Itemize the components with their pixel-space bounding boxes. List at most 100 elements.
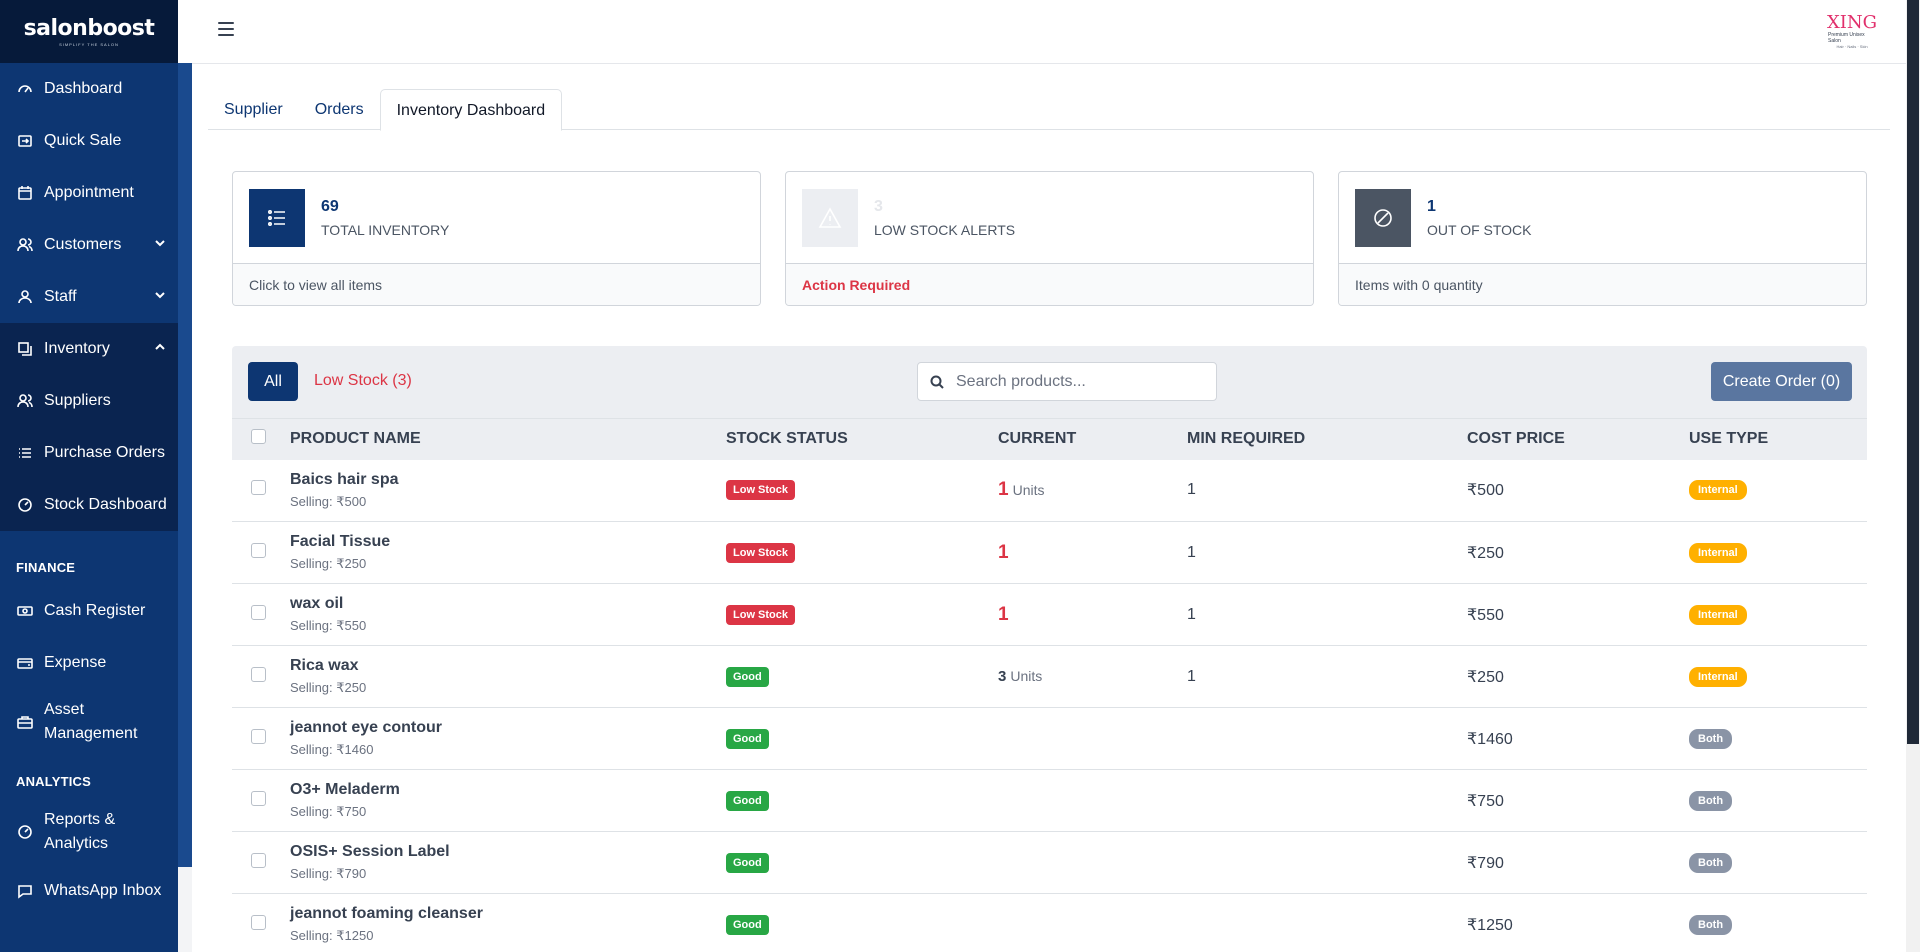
status-badge: Low Stock (726, 542, 796, 563)
product-name[interactable]: jeannot foaming cleanser (290, 905, 726, 923)
section-analytics: ANALYTICS (16, 774, 91, 789)
selling-price: Selling: ₹250 (290, 680, 367, 695)
tab-inventory-dashboard[interactable]: Inventory Dashboard (379, 89, 563, 131)
filter-low-stock-link[interactable]: Low Stock (3) (314, 372, 412, 390)
status-cell: Low Stock (726, 459, 998, 522)
selling-price: Selling: ₹750 (290, 804, 367, 819)
filter-all-button[interactable]: All (248, 362, 298, 401)
product-name[interactable]: Facial Tissue (290, 533, 726, 551)
sidebar-item-label: Reports & Analytics (44, 811, 116, 852)
table-row[interactable]: Facial Tissue Selling: ₹250 Low Stock 1 1 ₹25… (232, 521, 1867, 584)
analytics-nav: Reports & Analytics WhatsApp Inbox (0, 799, 178, 917)
ban-icon (1355, 188, 1411, 247)
row-checkbox[interactable] (251, 604, 266, 620)
sidebar-item-staff[interactable]: Staff (0, 271, 178, 323)
table-row[interactable]: jeannot foaming cleanser Selling: ₹1250 Go… (232, 893, 1867, 952)
out-of-stock-label: OUT OF STOCK (1427, 221, 1532, 238)
product-cell: jeannot eye contour Selling: ₹1460 (290, 707, 726, 770)
sidebar-item-inventory[interactable]: Inventory (0, 323, 178, 375)
row-checkbox[interactable] (251, 790, 266, 806)
gauge-icon (16, 80, 34, 98)
sidebar-item-cash-register[interactable]: Cash Register (0, 585, 178, 637)
search-input[interactable] (956, 372, 1196, 391)
product-name[interactable]: Baics hair spa (290, 471, 726, 489)
sidebar-item-whatsapp-inbox[interactable]: WhatsApp Inbox (0, 865, 178, 917)
low-stock-card[interactable]: 3 LOW STOCK ALERTS Action Required (785, 171, 1314, 306)
row-checkbox[interactable] (251, 728, 266, 744)
select-all-checkbox[interactable] (251, 429, 266, 445)
table-row[interactable]: Rica wax Selling: ₹250 Good 3 Units 1 ₹250 Inte… (232, 645, 1867, 708)
out-of-stock-card[interactable]: 1 OUT OF STOCK Items with 0 quantity (1338, 171, 1867, 306)
status-cell: Low Stock (726, 521, 998, 584)
use-type-badge: Internal (1689, 604, 1747, 625)
col-stock-status[interactable]: STOCK STATUS (726, 418, 998, 460)
row-checkbox[interactable] (251, 542, 266, 558)
page-scrollbar[interactable] (1906, 0, 1920, 952)
product-name[interactable]: O3+ Meladerm (290, 781, 726, 799)
total-inventory-card[interactable]: 69 TOTAL INVENTORY Click to view all ite… (232, 171, 761, 306)
sidebar-scrollbar[interactable] (178, 63, 192, 867)
menu-toggle-icon[interactable] (218, 22, 234, 36)
sidebar-item-quick-sale[interactable]: Quick Sale (0, 115, 178, 167)
row-checkbox[interactable] (251, 480, 266, 496)
cost-price-cell: ₹750 (1467, 769, 1689, 832)
status-badge: Good (726, 852, 769, 873)
sidebar-scrollbar-track (178, 867, 192, 952)
use-type-cell: Internal (1689, 459, 1867, 522)
table-row[interactable]: OSIS+ Session Label Selling: ₹790 Good ₹790… (232, 831, 1867, 894)
row-checkbox[interactable] (251, 666, 266, 682)
selling-price: Selling: ₹1460 (290, 742, 374, 757)
sidebar-item-purchase-orders[interactable]: Purchase Orders (0, 427, 178, 479)
row-select-cell (232, 645, 290, 708)
status-cell: Low Stock (726, 583, 998, 646)
table-row[interactable]: Baics hair spa Selling: ₹500 Low Stock 1 Uni… (232, 459, 1867, 522)
sidebar-item-stock-dashboard[interactable]: Stock Dashboard (0, 479, 178, 531)
product-cell: jeannot foaming cleanser Selling: ₹1250 (290, 893, 726, 952)
col-use-type[interactable]: USE TYPE (1689, 418, 1867, 460)
out-of-stock-footer: Items with 0 quantity (1339, 264, 1866, 305)
current-units: Units (1012, 482, 1045, 499)
selling-price: Selling: ₹550 (290, 618, 367, 633)
table-row[interactable]: O3+ Meladerm Selling: ₹750 Good ₹750 Both (232, 769, 1867, 832)
use-type-badge: Internal (1689, 480, 1747, 501)
product-name[interactable]: jeannot eye contour (290, 719, 726, 737)
sidebar-item-customers[interactable]: Customers (0, 219, 178, 271)
cost-price-cell: ₹1460 (1467, 707, 1689, 770)
finance-nav: Cash Register Expense Asset Management (0, 585, 178, 755)
row-checkbox[interactable] (251, 852, 266, 868)
create-order-button[interactable]: Create Order (0) (1711, 362, 1852, 401)
sidebar-item-suppliers[interactable]: Suppliers (0, 375, 178, 427)
product-cell: OSIS+ Session Label Selling: ₹790 (290, 831, 726, 894)
use-type-badge: Internal (1689, 666, 1747, 687)
sidebar-item-dashboard[interactable]: Dashboard (0, 63, 178, 115)
sidebar-item-expense[interactable]: Expense (0, 637, 178, 689)
table-row[interactable]: jeannot eye contour Selling: ₹1460 Good ₹14… (232, 707, 1867, 770)
row-select-cell (232, 583, 290, 646)
product-cell: O3+ Meladerm Selling: ₹750 (290, 769, 726, 832)
current-units: Units (1010, 667, 1043, 684)
col-cost-price[interactable]: COST PRICE (1467, 418, 1689, 460)
page-scrollbar-thumb[interactable] (1907, 0, 1919, 744)
table-row[interactable]: wax oil Selling: ₹550 Low Stock 1 1 ₹550 Inter… (232, 583, 1867, 646)
sidebar-item-reports[interactable]: Reports & Analytics (0, 799, 178, 865)
tab-supplier[interactable]: Supplier (208, 89, 299, 130)
users-icon (16, 392, 34, 410)
selling-price: Selling: ₹500 (290, 493, 367, 509)
row-select-cell (232, 769, 290, 832)
sidebar-item-asset-management[interactable]: Asset Management (0, 689, 178, 755)
product-name[interactable]: Rica wax (290, 657, 726, 675)
product-name[interactable]: wax oil (290, 595, 726, 613)
tab-orders[interactable]: Orders (299, 89, 380, 130)
table-header-row: PRODUCT NAME STOCK STATUS CURRENT MIN RE… (232, 418, 1867, 460)
search-icon (930, 375, 944, 389)
sidebar-item-appointment[interactable]: Appointment (0, 167, 178, 219)
col-current[interactable]: CURRENT (998, 418, 1187, 460)
col-product-name[interactable]: PRODUCT NAME (290, 418, 726, 460)
product-name[interactable]: OSIS+ Session Label (290, 843, 726, 861)
row-checkbox[interactable] (251, 914, 266, 930)
chevron-down-icon (154, 236, 166, 254)
use-type-badge: Both (1689, 790, 1733, 811)
salon-logo-subtitle: Premium Unisex Salon (1828, 32, 1865, 44)
col-min-required[interactable]: MIN REQUIRED (1187, 418, 1467, 460)
brand-logo[interactable]: salonboost SIMPLIFY THE SALON (0, 0, 178, 63)
